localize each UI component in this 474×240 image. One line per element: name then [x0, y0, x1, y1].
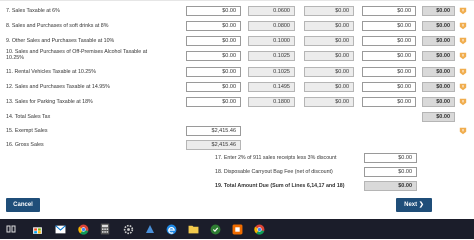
taxable-amount-input[interactable]: $0.00 [186, 36, 241, 46]
tax-rate-field: 0.1025 [248, 67, 295, 77]
warning-icon[interactable] [459, 98, 467, 106]
edge-icon[interactable] [164, 222, 178, 236]
app-icon[interactable] [143, 222, 157, 236]
tax-amount-field: $0.00 [304, 36, 354, 46]
tax-rate-field: 0.1025 [248, 51, 295, 61]
tax-row-label: 11. Rental Vehicles Taxable at 10.25% [6, 69, 96, 75]
row-total-field: $0.00 [422, 51, 455, 61]
line19-label: 19. Total Amount Due (Sum of Lines 6,14,… [215, 183, 345, 189]
row-total-field: $0.00 [422, 21, 455, 31]
tax-amount-field: $0.00 [304, 67, 354, 77]
gross-sales-field: $2,415.46 [186, 140, 241, 150]
total-sales-tax-label: 14. Total Sales Tax [6, 114, 51, 120]
row-total-field: $0.00 [422, 36, 455, 46]
deduction-input[interactable]: $0.00 [362, 51, 416, 61]
deduction-input[interactable]: $0.00 [362, 21, 416, 31]
next-button-label: Next [404, 202, 418, 208]
row-total-field: $0.00 [422, 6, 455, 16]
deduction-input[interactable]: $0.00 [362, 97, 416, 107]
row-total-field: $0.00 [422, 67, 455, 77]
tax-row: 12. Sales and Purchases Taxable at 14.95… [0, 80, 474, 94]
line17-label: 17. Enter 2% of 911 sales receipts less … [215, 155, 337, 161]
line17-input[interactable]: $0.00 [364, 153, 417, 163]
total-sales-tax-field: $0.00 [422, 112, 455, 122]
tax-row: 11. Rental Vehicles Taxable at 10.25% $0.… [0, 65, 474, 79]
taxable-amount-input[interactable]: $0.00 [186, 82, 241, 92]
tax-rate-field: 0.1000 [248, 36, 295, 46]
deduction-input[interactable]: $0.00 [362, 6, 416, 16]
exempt-sales-label: 15. Exempt Sales [6, 128, 48, 134]
tax-row: 13. Sales for Parking Taxable at 18% $0.0… [0, 95, 474, 109]
taxable-amount-input[interactable]: $0.00 [186, 6, 241, 16]
tax-row-label: 7. Sales Taxable at 6% [6, 8, 60, 14]
taxable-amount-input[interactable]: $0.00 [186, 21, 241, 31]
taxable-amount-input[interactable]: $0.00 [186, 51, 241, 61]
warning-icon[interactable] [459, 7, 467, 15]
next-button[interactable]: Next ❯ [396, 198, 432, 212]
green-app-icon[interactable] [208, 222, 222, 236]
tax-rate-field: 0.0800 [248, 21, 295, 31]
chrome-icon[interactable] [76, 222, 90, 236]
tax-row-label: 8. Sales and Purchases of soft drinks at… [6, 23, 109, 29]
tax-row: 8. Sales and Purchases of soft drinks at… [0, 19, 474, 33]
line19-field: $0.00 [364, 181, 417, 191]
tax-row: 7. Sales Taxable at 6% $0.00 0.0600 $0.00 $0… [0, 4, 474, 18]
tax-form: 7. Sales Taxable at 6% $0.00 0.0600 $0.00 $0… [0, 0, 474, 192]
warning-icon[interactable] [459, 68, 467, 76]
tax-amount-field: $0.00 [304, 21, 354, 31]
tax-rate-field: 0.1800 [248, 97, 295, 107]
line18-input[interactable]: $0.00 [364, 167, 417, 177]
warning-icon[interactable] [459, 22, 467, 30]
total-sales-tax-row: 14. Total Sales Tax $0.00 [0, 110, 474, 124]
row-total-field: $0.00 [422, 97, 455, 107]
warning-icon[interactable] [459, 127, 467, 135]
taxable-amount-input[interactable]: $0.00 [186, 67, 241, 77]
deduction-input[interactable]: $0.00 [362, 36, 416, 46]
deduction-input[interactable]: $0.00 [362, 67, 416, 77]
tax-amount-field: $0.00 [304, 97, 354, 107]
orange-app-icon[interactable] [230, 222, 244, 236]
warning-icon[interactable] [459, 52, 467, 60]
gross-sales-row: 16. Gross Sales $2,415.46 [0, 138, 474, 152]
gross-sales-label: 16. Gross Sales [6, 142, 44, 148]
tax-row: 10. Sales and Purchases of Off-Premises … [0, 49, 474, 63]
exempt-sales-row: 15. Exempt Sales $2,415.46 [0, 124, 474, 138]
tax-amount-field: $0.00 [304, 51, 354, 61]
explorer-icon[interactable] [186, 222, 200, 236]
row-total-field: $0.00 [422, 82, 455, 92]
tax-row-label: 9. Other Sales and Purchases Taxable at … [6, 38, 115, 44]
calculator-icon[interactable] [98, 222, 112, 236]
tax-row: 9. Other Sales and Purchases Taxable at … [0, 34, 474, 48]
task-view-icon[interactable] [4, 222, 18, 236]
deduction-input[interactable]: $0.00 [362, 82, 416, 92]
tax-row-label: 12. Sales and Purchases Taxable at 14.95… [6, 84, 110, 90]
settings-icon[interactable] [121, 222, 135, 236]
taxable-amount-input[interactable]: $0.00 [186, 97, 241, 107]
warning-icon[interactable] [459, 83, 467, 91]
line18-label: 18. Disposable Carryout Bag Fee (net of … [215, 169, 333, 175]
mail-icon[interactable] [53, 222, 67, 236]
tax-row-label: 13. Sales for Parking Taxable at 18% [6, 99, 93, 105]
store-icon[interactable] [30, 222, 44, 236]
tax-amount-field: $0.00 [304, 82, 354, 92]
tax-row-label: 10. Sales and Purchases of Off-Premises … [6, 49, 148, 61]
exempt-sales-input[interactable]: $2,415.46 [186, 126, 241, 136]
tax-rate-field: 0.1495 [248, 82, 295, 92]
windows-taskbar [0, 219, 474, 239]
tax-rate-field: 0.0600 [248, 6, 295, 16]
cancel-button[interactable]: Cancel [6, 198, 40, 212]
chevron-right-icon: ❯ [418, 202, 424, 208]
warning-icon[interactable] [459, 37, 467, 45]
tax-amount-field: $0.00 [304, 6, 354, 16]
chrome-icon-2[interactable] [252, 222, 266, 236]
